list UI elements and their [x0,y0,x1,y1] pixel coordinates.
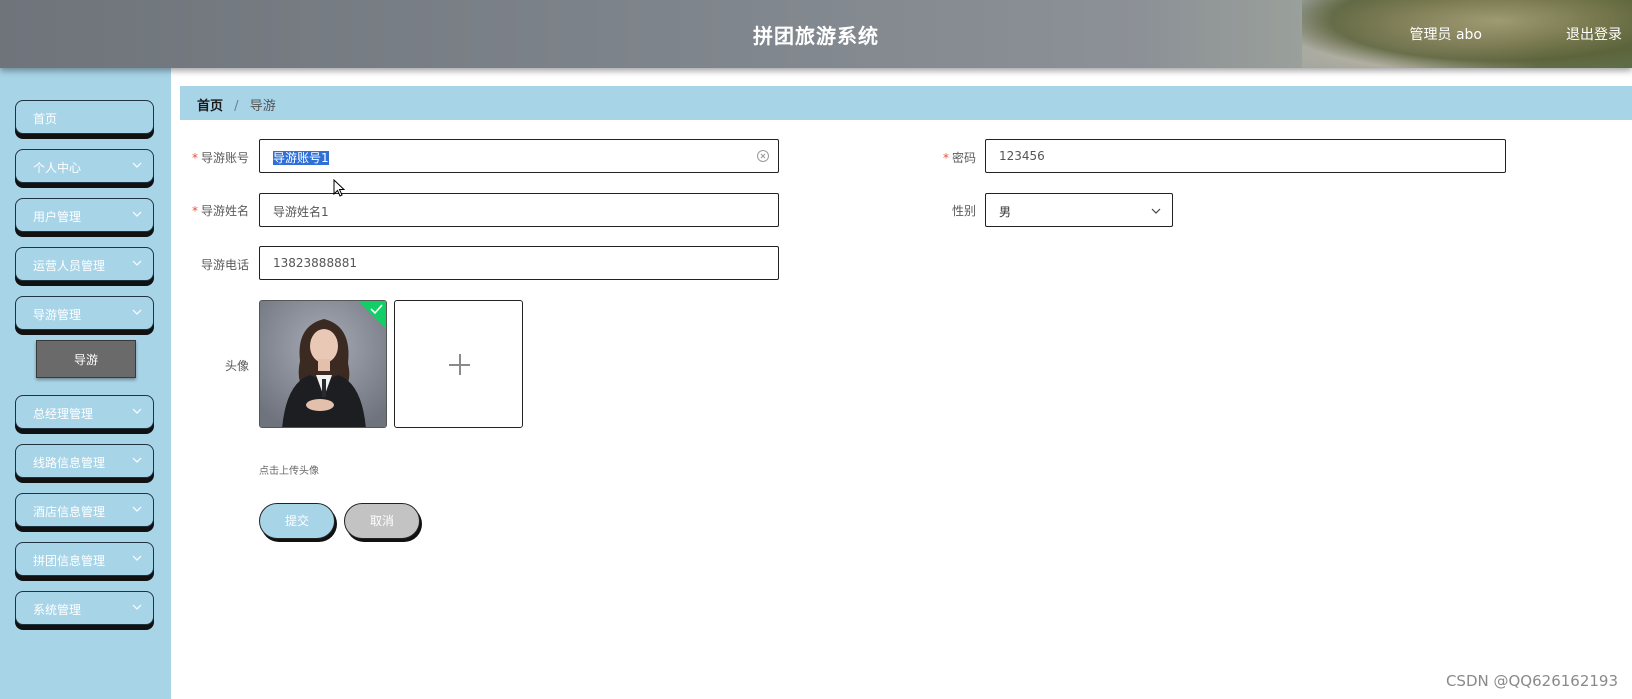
chevron-down-icon [132,506,142,512]
breadcrumb: 首页 / 导游 [180,86,1632,120]
chevron-down-icon [132,211,142,217]
chevron-down-icon [132,162,142,168]
logout-link[interactable]: 退出登录 [1566,24,1622,44]
account-input-value: 导游账号1 [273,151,329,165]
sidebar-item-label: 拼团信息管理 [33,554,106,568]
phone-input[interactable]: 13823888881 [259,246,779,280]
sidebar-item-system-management[interactable]: 系统管理 [15,591,154,625]
chevron-up-icon [132,309,142,315]
chevron-down-icon [132,457,142,463]
chevron-down-icon [132,260,142,266]
avatar-label: 头像 [224,359,249,373]
sidebar-item-label: 酒店信息管理 [33,505,106,519]
password-label-text: 密码 [951,151,976,165]
sidebar-item-user-management[interactable]: 用户管理 [15,198,154,232]
gender-label: 性别 [951,204,976,218]
sidebar-item-guide-management[interactable]: 导游管理 [15,296,154,330]
sidebar-item-label: 系统管理 [33,603,82,617]
avatar-upload-hint: 点击上传头像 [259,466,319,477]
sidebar-subitem-guide[interactable]: 导游 [36,340,136,378]
sidebar-item-label: 线路信息管理 [33,456,106,470]
current-user: 管理员 abo [1409,27,1482,43]
account-label-text: 导游账号 [200,151,249,165]
breadcrumb-current: 导游 [249,99,276,114]
chevron-down-icon [132,408,142,414]
watermark: CSDN @QQ626162193 [1445,672,1618,690]
sidebar-item-label: 个人中心 [33,161,82,175]
sidebar-item-label: 首页 [33,112,58,126]
cancel-button[interactable]: 取消 [344,503,420,539]
password-label: * 密码 [900,149,976,166]
name-label-text: 导游姓名 [200,204,249,218]
sidebar-item-personal-center[interactable]: 个人中心 [15,149,154,183]
sidebar-item-operator-management[interactable]: 运营人员管理 [15,247,154,281]
sidebar: 首页 个人中心 用户管理 运营人员管理 导游管理 导游 总经理管理 线路信息管理… [0,68,171,699]
account-label: * 导游账号 [173,149,249,166]
top-header: 拼团旅游系统 管理员 abo 退出登录 [0,0,1632,68]
chevron-down-icon [132,555,142,561]
sidebar-item-home[interactable]: 首页 [15,100,154,134]
avatar-upload-button[interactable] [394,300,523,428]
upload-success-icon [358,301,386,329]
phone-label: 导游电话 [200,258,249,272]
gender-select[interactable]: 男 [985,193,1173,227]
sidebar-item-group-info[interactable]: 拼团信息管理 [15,542,154,576]
mouse-cursor-icon [333,179,346,197]
gender-select-value: 男 [999,205,1012,219]
submit-button[interactable]: 提交 [259,503,335,539]
app-title: 拼团旅游系统 [753,24,879,48]
sidebar-item-manager-management[interactable]: 总经理管理 [15,395,154,429]
account-input[interactable]: 导游账号1 [259,139,779,173]
sidebar-item-label: 总经理管理 [33,407,94,421]
chevron-down-icon [1151,208,1161,214]
required-mark: * [191,204,198,218]
sidebar-item-label: 运营人员管理 [33,259,106,273]
breadcrumb-separator: / [234,99,239,114]
name-label: * 导游姓名 [173,202,249,219]
sidebar-item-label: 用户管理 [33,210,82,224]
sidebar-item-hotel-info[interactable]: 酒店信息管理 [15,493,154,527]
sidebar-item-route-info[interactable]: 线路信息管理 [15,444,154,478]
clear-icon[interactable] [756,149,770,163]
chevron-down-icon [132,604,142,610]
required-mark: * [191,151,198,165]
password-input[interactable]: 123456 [985,139,1506,173]
plus-icon-vertical [459,354,461,375]
breadcrumb-home[interactable]: 首页 [197,99,223,114]
sidebar-item-label: 导游管理 [33,308,82,322]
avatar-image[interactable] [259,300,387,428]
required-mark: * [942,151,949,165]
